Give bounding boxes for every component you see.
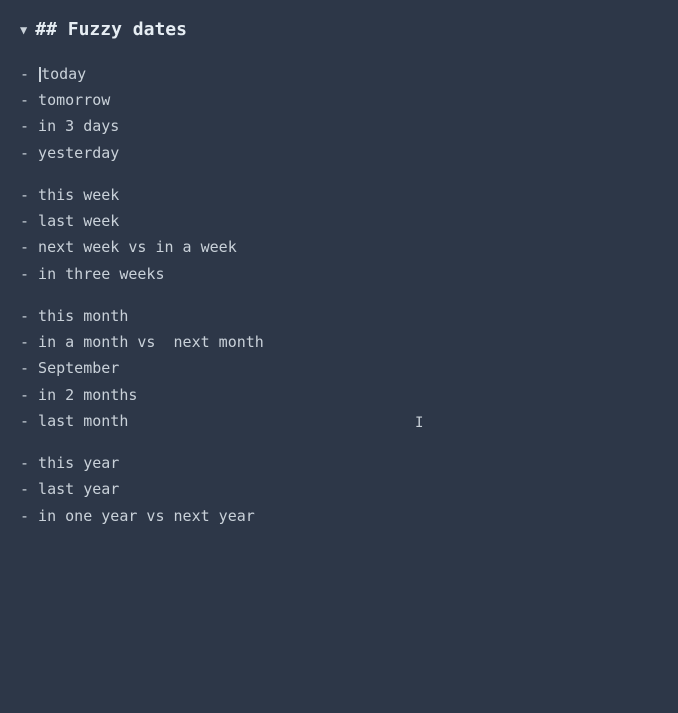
list-item: - this month — [20, 303, 658, 329]
text-cursor-block — [39, 67, 41, 82]
main-container: ▼ ## Fuzzy dates - today- tomorrow- in 3… — [0, 0, 678, 561]
list-item: - yesterday — [20, 140, 658, 166]
content-sections: - today- tomorrow- in 3 days- yesterday-… — [20, 61, 658, 529]
section-years: - this year- last year- in one year vs n… — [20, 450, 658, 529]
list-item: - next week vs in a week — [20, 234, 658, 260]
list-item: - in three weeks — [20, 261, 658, 287]
list-item: - in one year vs next year — [20, 503, 658, 529]
section-days: - today- tomorrow- in 3 days- yesterday — [20, 61, 658, 166]
list-item: - last week — [20, 208, 658, 234]
list-item: - this week — [20, 182, 658, 208]
heading-text: ## Fuzzy dates — [35, 16, 187, 45]
section-months: - this month- in a month vs next month- … — [20, 303, 658, 434]
list-item: - in a month vs next month — [20, 329, 658, 355]
collapse-arrow[interactable]: ▼ — [20, 21, 27, 40]
list-item: - in 2 months — [20, 382, 658, 408]
list-item: - today — [20, 61, 658, 87]
list-item: - this year — [20, 450, 658, 476]
list-item: - September — [20, 355, 658, 381]
section-weeks: - this week- last week- next week vs in … — [20, 182, 658, 287]
page-heading: ▼ ## Fuzzy dates — [20, 16, 658, 45]
list-item: - in 3 days — [20, 113, 658, 139]
list-item: - last month — [20, 408, 658, 434]
list-item: - last year — [20, 476, 658, 502]
list-item: - tomorrow — [20, 87, 658, 113]
